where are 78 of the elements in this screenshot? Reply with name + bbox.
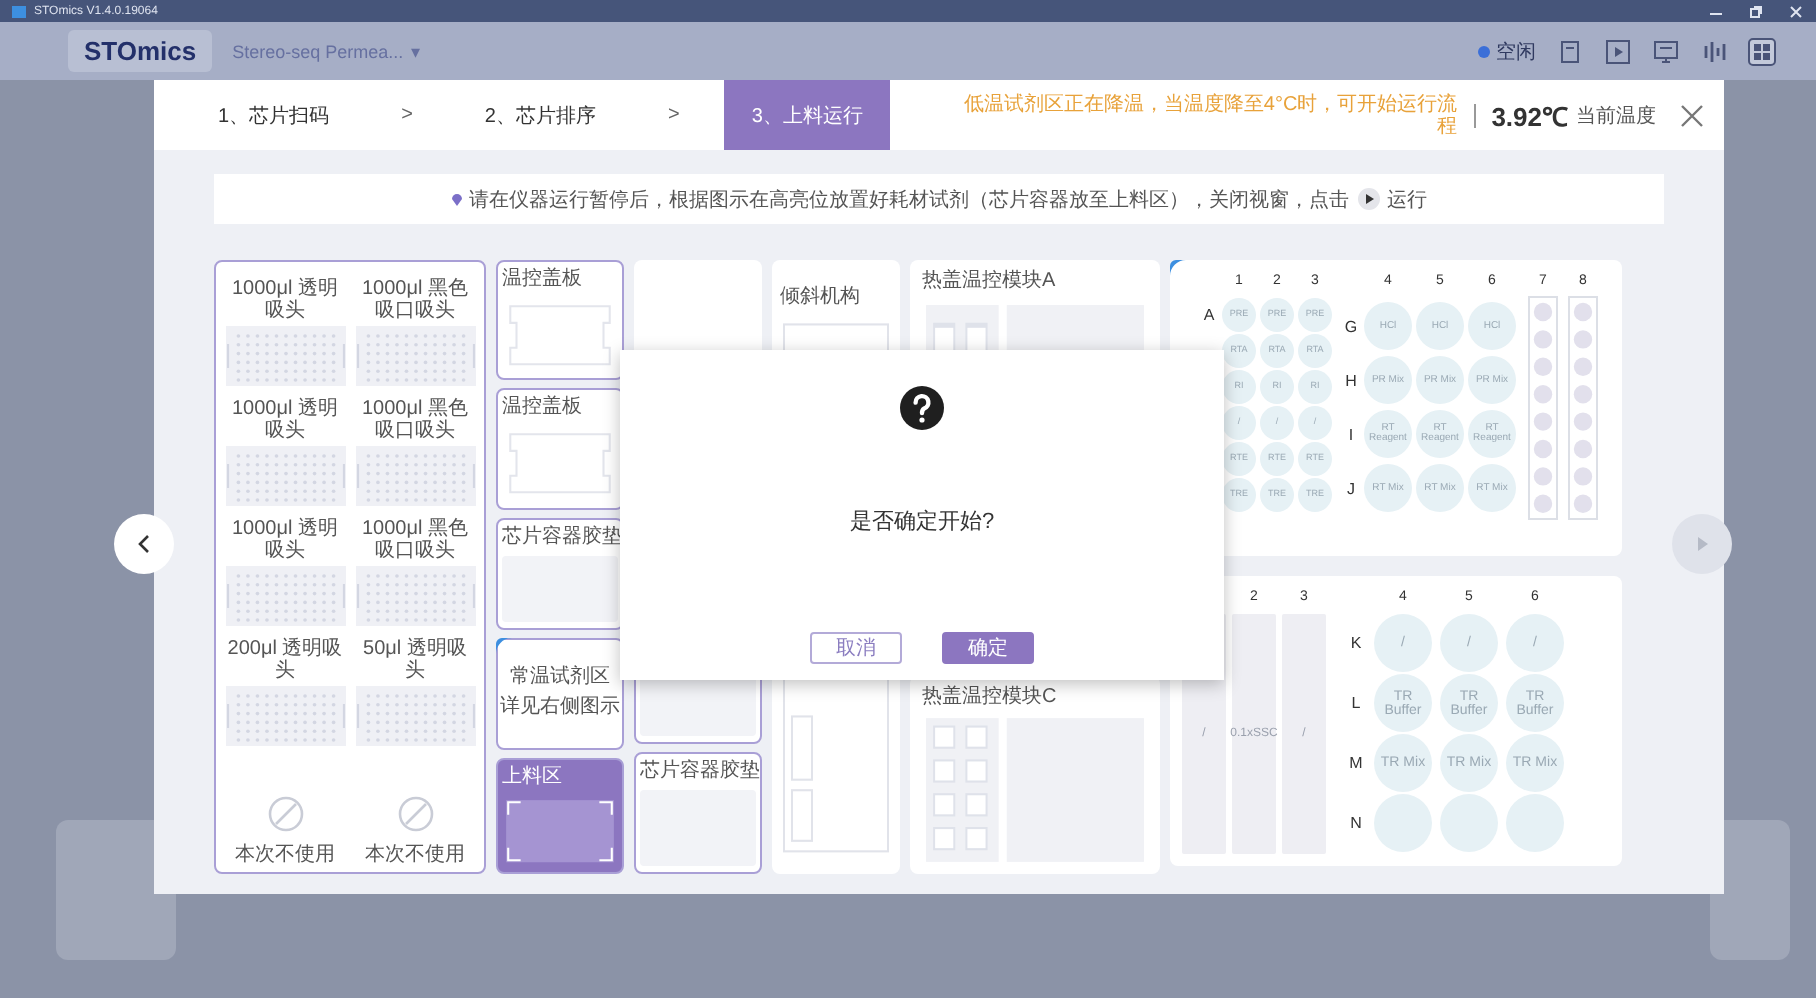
tip-rack-drawing: [355, 326, 475, 386]
step-tab[interactable]: 2、芯片排序: [456, 80, 624, 150]
empty-well: [1440, 794, 1498, 852]
tip-rack-label: 1000μl 透明吸头: [229, 518, 340, 562]
pad-area: [502, 555, 618, 622]
cooling-notice: 低温试剂区正在降温，当温度降至4°C时，可开始运行流程: [961, 93, 1458, 137]
card-label: 热盖温控模块A: [922, 270, 1058, 294]
location-pin-icon: [451, 193, 461, 205]
tip-rack-label: 本次不使用: [365, 843, 465, 865]
cancel-button[interactable]: 取消: [810, 632, 902, 664]
chevron-icon: >: [357, 80, 457, 150]
confirm-button[interactable]: 确定: [942, 632, 1034, 664]
tip-rack-drawing: [355, 686, 475, 746]
empty-well: [1374, 794, 1432, 852]
empty-well: [1506, 794, 1564, 852]
corner-marker-icon: [496, 637, 512, 654]
card-label: 温控盖板: [502, 268, 584, 292]
restore-icon[interactable]: [1748, 3, 1764, 19]
row-label: K: [1348, 632, 1364, 656]
background-panel: [1710, 820, 1790, 960]
corner-marker-icon: [1170, 260, 1186, 276]
row-label: J: [1345, 477, 1357, 501]
chevron-left-icon[interactable]: [134, 534, 154, 554]
row-label: I: [1346, 423, 1356, 447]
grid-icon[interactable]: [1748, 37, 1776, 65]
caret-icon[interactable]: ▾: [411, 41, 422, 61]
device-icon[interactable]: [1556, 37, 1584, 65]
status-text: 空闲: [1496, 39, 1536, 65]
step-tab[interactable]: 1、芯片扫码: [190, 80, 358, 150]
app-logo: STOmics: [68, 30, 213, 72]
row-label: N: [1348, 812, 1364, 836]
project-dropdown[interactable]: Stereo-seq Permea...: [232, 41, 404, 61]
temperature-label: 当前温度: [1576, 103, 1656, 129]
pad-area: [640, 790, 756, 866]
play-icon: [1357, 188, 1379, 210]
monitor-icon[interactable]: [1652, 37, 1680, 65]
tip-rack-label: 1000μl 透明吸头: [229, 398, 340, 442]
load-area-drawing: [502, 795, 618, 867]
step-tab[interactable]: 3、上料运行: [723, 80, 891, 150]
status-dot: [1478, 45, 1490, 57]
row-label: A: [1201, 304, 1217, 328]
tip-rack-label: 本次不使用: [235, 843, 335, 865]
chevron-icon: >: [623, 80, 724, 150]
tip-rack-drawing: [225, 686, 345, 746]
tip-rack-drawing: [355, 446, 475, 506]
close-icon[interactable]: [1788, 3, 1804, 19]
row-label: M: [1347, 752, 1365, 776]
card-label: 上料区: [502, 765, 564, 790]
instruction-action: 运行: [1387, 187, 1427, 213]
card-label: 常温试剂区: [510, 666, 610, 691]
tip-rack-label: 1000μl 黑色吸口吸头: [359, 278, 470, 322]
row-label: H: [1343, 369, 1359, 393]
tip-rack-label: 200μl 透明吸头: [225, 638, 345, 682]
tip-rack-drawing: [225, 446, 345, 506]
question-icon: [900, 386, 944, 430]
equalizer-icon[interactable]: [1700, 37, 1728, 65]
row-label: L: [1349, 692, 1363, 716]
app-icon: [12, 5, 26, 17]
row-label: G: [1342, 315, 1360, 339]
tip-rack-label: 1000μl 黑色吸口吸头: [359, 398, 470, 442]
close-button[interactable]: [1680, 103, 1704, 127]
card-label: 芯片容器胶垫: [640, 760, 756, 784]
temperature-value: 3.92℃: [1491, 99, 1568, 133]
tip-rack-label: 1000μl 透明吸头: [229, 278, 340, 322]
card-label: 倾斜机构: [780, 286, 862, 310]
card-label: 热盖温控模块C: [922, 686, 1059, 710]
tip-rack-label: 1000μl 黑色吸口吸头: [359, 518, 470, 562]
card-label: 温控盖板: [502, 396, 584, 421]
background-panel: [56, 820, 176, 960]
tip-rack-drawing: [225, 326, 345, 386]
play-box-icon[interactable]: [1604, 37, 1632, 65]
card-label: 芯片容器胶垫: [502, 525, 618, 550]
tip-rack-label: 50μl 透明吸头: [361, 638, 469, 682]
confirm-message: 是否确定开始?: [849, 507, 995, 536]
card-label: 详见右侧图示: [500, 696, 620, 721]
tip-rack-drawing: [225, 566, 345, 626]
tip-rack-drawing: [355, 566, 475, 626]
instruction-text: 请在仪器运行暂停后，根据图示在高亮位放置好耗材试剂（芯片容器放至上料区），关闭视窗，点击: [469, 187, 1349, 213]
